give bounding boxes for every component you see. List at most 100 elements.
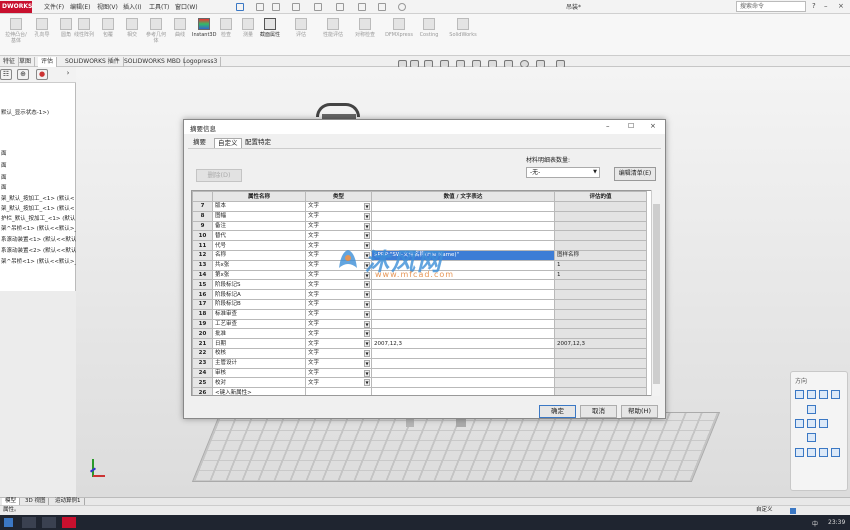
- help-icon[interactable]: ?: [812, 2, 816, 10]
- toolbar-button-pattern[interactable]: 线性阵列: [72, 18, 96, 38]
- tree-item[interactable]: 架_默认_按加工_<1> (默认<: [1, 194, 74, 202]
- close-icon[interactable]: ×: [838, 2, 844, 10]
- type-cell[interactable]: 文字 ▼: [305, 201, 372, 212]
- menu-tools[interactable]: 工具(T): [149, 2, 169, 11]
- toolbar-button-section-props[interactable]: 截面属性: [258, 18, 282, 38]
- property-row[interactable]: 16 阶段标记A 文字 ▼: [192, 289, 647, 300]
- property-name-cell[interactable]: 工艺审查: [212, 318, 306, 330]
- value-expression-cell[interactable]: [371, 357, 555, 369]
- toolbar-button-performance[interactable]: 性能评估: [318, 18, 348, 38]
- type-cell[interactable]: 文字 ▼: [305, 347, 372, 359]
- type-cell[interactable]: 文字 ▼: [305, 357, 372, 369]
- type-cell[interactable]: [305, 387, 372, 395]
- property-name-cell[interactable]: <键入新属性>: [212, 387, 306, 395]
- top-view-icon[interactable]: [807, 405, 816, 414]
- dialog-close-icon[interactable]: ×: [650, 122, 656, 130]
- type-dropdown-icon[interactable]: ▼: [364, 379, 370, 387]
- value-expression-cell[interactable]: [371, 377, 555, 389]
- property-name-cell[interactable]: 阶段标记B: [212, 298, 306, 310]
- property-name-cell[interactable]: 代号: [212, 240, 306, 251]
- value-expression-cell[interactable]: [371, 230, 555, 242]
- toolbar-button-extrude[interactable]: 拉伸凸台/基体: [4, 18, 28, 44]
- property-row[interactable]: 21 日期 文字 ▼ 2007,12,3 2007,12,3: [192, 338, 647, 349]
- type-dropdown-icon[interactable]: ▼: [364, 232, 370, 240]
- four-view-icon[interactable]: [831, 448, 840, 457]
- home-icon[interactable]: [256, 3, 264, 11]
- left-view-icon[interactable]: [795, 419, 804, 428]
- delete-button[interactable]: 删除(D): [196, 169, 242, 182]
- property-row[interactable]: 26 <键入新属性>: [192, 387, 647, 395]
- value-expression-cell[interactable]: [371, 289, 555, 300]
- panel-expand-icon[interactable]: ›: [62, 69, 74, 80]
- menu-window[interactable]: 窗口(W): [175, 2, 198, 11]
- type-cell[interactable]: 文字 ▼: [305, 220, 372, 232]
- type-dropdown-icon[interactable]: ▼: [364, 212, 370, 220]
- toolbar-button-sustainability[interactable]: SolidWorks: [446, 18, 480, 38]
- property-row[interactable]: 19 工艺审查 文字 ▼: [192, 318, 647, 330]
- property-row[interactable]: 7 版本 文字 ▼: [192, 201, 647, 212]
- print-icon[interactable]: [314, 3, 322, 11]
- type-dropdown-icon[interactable]: ▼: [364, 369, 370, 377]
- property-name-cell[interactable]: 图幅: [212, 210, 306, 222]
- tab-logopress3[interactable]: Logopress3: [180, 57, 222, 67]
- view-selector-icon[interactable]: [795, 390, 804, 399]
- tree-item[interactable]: 架^吊桥<1> (默认<<默认>_显: [1, 257, 83, 265]
- cancel-button[interactable]: 取消: [580, 405, 617, 418]
- taskbar-app-icon[interactable]: [22, 517, 36, 528]
- property-row[interactable]: 9 备注 文字 ▼: [192, 220, 647, 232]
- tab-summary[interactable]: 摘要: [190, 138, 209, 148]
- pin-icon[interactable]: [236, 3, 244, 11]
- toolbar-button-wrap[interactable]: 包覆: [96, 18, 120, 38]
- tree-item[interactable]: 系滚动装置<2> (默认<<默认>: [1, 246, 81, 254]
- ok-button[interactable]: 确定: [539, 405, 576, 418]
- bom-quantity-select[interactable]: -无- ▼: [526, 167, 600, 178]
- property-name-cell[interactable]: 主管设计: [212, 357, 306, 369]
- toolbar-button-reference-geometry[interactable]: 参考几何体: [144, 18, 168, 44]
- property-name-cell[interactable]: 阶段标记S: [212, 279, 306, 291]
- type-cell[interactable]: 文字 ▼: [305, 328, 372, 340]
- single-view-icon[interactable]: [795, 448, 804, 457]
- type-cell[interactable]: 文字 ▼: [305, 298, 372, 310]
- type-cell[interactable]: 文字 ▼: [305, 318, 372, 330]
- type-dropdown-icon[interactable]: ▼: [364, 320, 370, 328]
- tree-item[interactable]: 系滚动装置<1> (默认<<默认>: [1, 235, 81, 243]
- toolbar-button-measure[interactable]: 测量: [236, 18, 260, 38]
- type-dropdown-icon[interactable]: ▼: [364, 281, 370, 289]
- property-row[interactable]: 17 阶段标记B 文字 ▼: [192, 298, 647, 310]
- minimize-icon[interactable]: –: [824, 2, 828, 10]
- toolbar-button-check[interactable]: 检查: [214, 18, 238, 38]
- toolbar-button-dfmxpress[interactable]: DFMXpress: [382, 18, 416, 38]
- start-icon[interactable]: [4, 518, 13, 527]
- property-row[interactable]: 8 图幅 文字 ▼: [192, 210, 647, 222]
- tree-item[interactable]: 面: [1, 183, 7, 191]
- toolbar-button-instant3d[interactable]: Instant3D: [192, 18, 216, 38]
- property-name-cell[interactable]: 替代: [212, 230, 306, 242]
- property-name-cell[interactable]: 名称: [212, 249, 306, 261]
- property-name-cell[interactable]: 标准审查: [212, 308, 306, 320]
- value-expression-cell[interactable]: [371, 298, 555, 310]
- menu-file[interactable]: 文件(F): [44, 2, 64, 11]
- type-dropdown-icon[interactable]: ▼: [364, 349, 370, 357]
- tree-item[interactable]: 护栏_默认_按加工_<1> (默认: [1, 214, 75, 222]
- view-selector-icon[interactable]: [819, 390, 828, 399]
- type-dropdown-icon[interactable]: ▼: [364, 330, 370, 338]
- display-manager-icon[interactable]: ●: [36, 69, 48, 80]
- property-row[interactable]: 23 主管设计 文字 ▼: [192, 357, 647, 369]
- tab-evaluate[interactable]: 评估: [38, 57, 58, 67]
- type-dropdown-icon[interactable]: ▼: [364, 222, 370, 230]
- value-expression-cell[interactable]: [371, 387, 555, 395]
- tab-solidworks-mbd[interactable]: SOLIDWORKS MBD: [121, 57, 185, 67]
- property-name-cell[interactable]: 版本: [212, 201, 306, 212]
- value-expression-cell[interactable]: [371, 367, 555, 379]
- search-commands-input[interactable]: 搜索命令: [736, 1, 806, 12]
- type-dropdown-icon[interactable]: ▼: [364, 359, 370, 367]
- property-row[interactable]: 18 标准审查 文字 ▼: [192, 308, 647, 320]
- grid-scrollbar-thumb[interactable]: [653, 204, 660, 384]
- value-expression-cell[interactable]: [371, 201, 555, 212]
- undo-icon[interactable]: [336, 3, 344, 11]
- tree-item[interactable]: 面: [1, 149, 7, 157]
- type-dropdown-icon[interactable]: ▼: [364, 340, 370, 348]
- help-button[interactable]: 帮助(H): [621, 405, 658, 418]
- toolbar-button-curves[interactable]: 曲线: [168, 18, 192, 38]
- type-cell[interactable]: 文字 ▼: [305, 308, 372, 320]
